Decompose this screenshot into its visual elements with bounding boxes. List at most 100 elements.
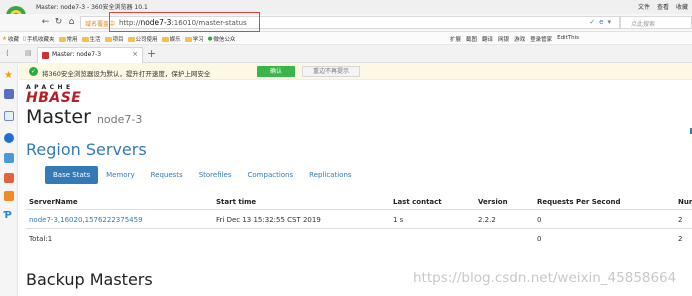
toolbar-extensions[interactable]: 扩展: [450, 35, 461, 43]
toolbar-editthis[interactable]: EditThis: [557, 35, 579, 43]
server-name-link[interactable]: node7-3,16020,1576222375459: [29, 216, 143, 224]
bookmark-folder-common[interactable]: 常用: [58, 35, 78, 43]
bookmark-folder-study[interactable]: 学习: [184, 35, 204, 43]
row-divider: [26, 228, 692, 229]
menu-item-view[interactable]: 查看: [657, 2, 669, 11]
payment-icon[interactable]: Ƥ: [4, 211, 14, 221]
game-icon[interactable]: [4, 153, 14, 163]
page-title-label: Master: [26, 106, 91, 128]
tab-storefiles[interactable]: Storefiles: [191, 166, 240, 184]
region-server-tabs: Base Stats Memory Requests Storefiles Co…: [45, 166, 360, 184]
app-icon[interactable]: [4, 89, 14, 99]
home-icon[interactable]: ⌂: [66, 17, 77, 28]
tab-list-icon[interactable]: ▤: [25, 49, 32, 57]
start-time-cell: Fri Dec 13 15:32:55 CST 2019: [216, 216, 321, 224]
star-icon: ★: [2, 36, 7, 42]
url-highlight-box: [109, 12, 260, 32]
security-shield-icon[interactable]: ✓: [589, 18, 595, 26]
bookmark-wechat[interactable]: ● 微信公众: [208, 35, 236, 43]
bookmark-label: 常用: [66, 37, 78, 43]
bookmark-folder-fun[interactable]: 娱乐: [161, 35, 181, 43]
menu-item-favorites[interactable]: 收藏: [676, 2, 688, 11]
region-servers-heading: Region Servers: [26, 140, 147, 159]
tab-memory[interactable]: Memory: [98, 166, 142, 184]
tab-replications[interactable]: Replications: [301, 166, 359, 184]
back-icon[interactable]: ←: [40, 17, 51, 28]
wechat-icon: ●: [207, 36, 213, 42]
tab-base-stats[interactable]: Base Stats: [45, 166, 99, 184]
new-tab-icon[interactable]: +: [147, 47, 156, 60]
hbase-logo[interactable]: HBASE: [26, 90, 81, 106]
backup-masters-heading: Backup Masters: [26, 270, 153, 289]
bookmark-label: 收藏: [7, 37, 19, 43]
notes-icon[interactable]: [4, 111, 14, 121]
version-cell: 2.2.2: [478, 216, 496, 224]
bookmark-label: 娱乐: [169, 37, 181, 43]
window-title: Master: node7-3 - 360安全浏览器 10.1: [36, 4, 148, 11]
bookmark-folder-life[interactable]: 生活: [81, 35, 101, 43]
folder-icon: [58, 36, 66, 42]
header-divider: [26, 209, 692, 210]
chat-icon[interactable]: [4, 133, 14, 143]
tab-bar: ⟨ ▤ Master: node7-3 × +: [0, 45, 692, 63]
phone-icon: ▯: [22, 36, 26, 42]
shop-icon[interactable]: [4, 191, 14, 201]
url-status-icons: ✓ e ▾: [589, 18, 611, 26]
num-cell: 2: [678, 216, 683, 224]
column-header-servername: ServerName: [29, 198, 78, 206]
bookmark-label: 手机收藏夹: [26, 37, 55, 43]
toolbar-games[interactable]: 游戏: [514, 35, 525, 43]
bookmark-label: 微信公众: [213, 37, 236, 43]
tab-history-back-icon[interactable]: ⟨: [6, 49, 9, 57]
toolbar-login-manager[interactable]: 登录管家: [530, 35, 552, 43]
column-header-requests-per-second: Requests Per Second: [537, 198, 621, 206]
total-requests-cell: 0: [537, 235, 542, 243]
video-icon[interactable]: [4, 173, 14, 183]
bookmark-label: 项目: [112, 37, 124, 43]
tab-master-status[interactable]: Master: node7-3 ×: [37, 47, 143, 63]
bookmark-label: 生活: [89, 37, 101, 43]
column-header-start-time: Start time: [216, 198, 257, 206]
tab-requests[interactable]: Requests: [143, 166, 191, 184]
bookmark-folder-project[interactable]: 项目: [104, 35, 124, 43]
toolbar-screenshot[interactable]: 截图: [466, 35, 477, 43]
toolbar-bank[interactable]: 网银: [498, 35, 509, 43]
csdn-watermark: https://blog.csdn.net/weixin_45858664: [413, 270, 677, 286]
menu-item-file[interactable]: 文件: [638, 2, 650, 11]
dropdown-icon[interactable]: ▾: [607, 18, 611, 26]
total-label: Total:1: [29, 235, 53, 243]
reload-icon[interactable]: ↻: [53, 17, 64, 28]
column-header-num: Num: [678, 198, 692, 206]
search-input[interactable]: 点此搜索: [620, 16, 692, 29]
folder-icon: [161, 36, 169, 42]
tab-compactions[interactable]: Compactions: [240, 166, 302, 184]
check-icon: ✓: [29, 67, 38, 76]
bookmarks-bar: ★ 收藏 ▯ 手机收藏夹 常用 生活 项目 公司使用 娱乐 学习 ● 微信公众 扩展 …: [0, 32, 692, 45]
dismiss-button[interactable]: 重边不再提示: [302, 66, 360, 77]
browser-sidebar: ★ Ƥ: [0, 63, 18, 296]
page-title: Master node7-3: [26, 106, 142, 128]
bookmark-favorites[interactable]: ★ 收藏: [2, 35, 19, 43]
last-contact-cell: 1 s: [393, 216, 404, 224]
default-browser-notification: ✓ 将360安全浏览器设为默认，提升打开速度，保护上网安全 确认 重边不再提示: [19, 63, 692, 80]
toolbar-translate[interactable]: 翻译: [482, 35, 493, 43]
close-icon[interactable]: ×: [132, 50, 138, 58]
bookmark-mobile[interactable]: ▯ 手机收藏夹: [23, 35, 55, 43]
folder-icon: [127, 36, 135, 42]
requests-cell: 0: [537, 216, 542, 224]
search-placeholder: 点此搜索: [631, 21, 656, 28]
ie-mode-icon[interactable]: e: [599, 18, 603, 26]
address-toolbar: ← ↻ ⌂ 域名覆盖中 http://node7-3:16010/master-…: [0, 14, 692, 32]
folder-icon: [184, 36, 192, 42]
window-title-bar: Master: node7-3 - 360安全浏览器 10.1 文件 查看 收藏: [0, 0, 692, 26]
bookmark-label: 公司使用: [135, 37, 158, 43]
star-icon[interactable]: ★: [4, 71, 14, 81]
notification-text: 将360安全浏览器设为默认，提升打开速度，保护上网安全: [42, 70, 211, 78]
column-header-version: Version: [478, 198, 508, 206]
bookmark-folder-company[interactable]: 公司使用: [127, 35, 158, 43]
master-host: node7-3: [96, 113, 143, 126]
confirm-button[interactable]: 确认: [257, 66, 295, 77]
column-header-last-contact: Last contact: [393, 198, 442, 206]
folder-icon: [81, 36, 89, 42]
hbase-master-page: APACHE HBASE Master node7-3 Region Serve…: [19, 80, 692, 296]
